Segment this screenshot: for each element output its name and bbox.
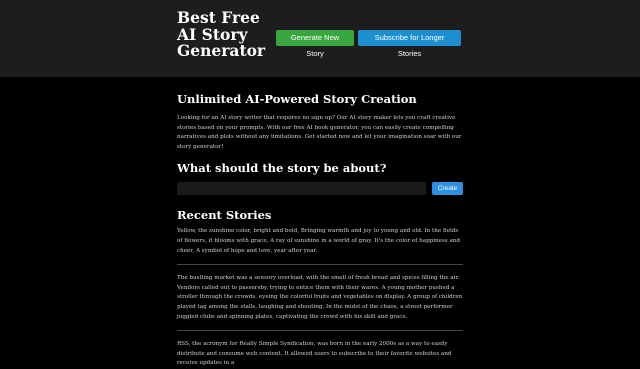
site-header: Best Free AI Story Generator Generate Ne…	[0, 0, 640, 77]
story-item: RSS, the acronym for Really Simple Syndi…	[177, 341, 452, 367]
site-title: Best Free AI Story Generator	[177, 8, 266, 60]
prompt-heading: What should the story be about?	[177, 161, 387, 176]
recent-stories-heading: Recent Stories	[177, 208, 272, 223]
divider	[177, 330, 463, 332]
generate-new-story-button[interactable]: Generate New Story	[276, 30, 354, 58]
story-item: The bustling market was a sensory overlo…	[177, 275, 463, 320]
main-content: Unlimited AI-Powered Story Creation Look…	[177, 92, 463, 369]
subscribe-button[interactable]: Subscribe for Longer Stories	[358, 30, 461, 58]
prompt-row: Create	[177, 182, 463, 196]
story-item: Yellow, the sunshine color, bright and b…	[177, 228, 460, 254]
intro-text: Looking for an AI story writer that requ…	[177, 115, 462, 150]
divider	[177, 264, 463, 266]
story-prompt-input[interactable]	[177, 182, 426, 196]
page-heading: Unlimited AI-Powered Story Creation	[177, 92, 417, 106]
create-button[interactable]: Create	[432, 182, 463, 196]
